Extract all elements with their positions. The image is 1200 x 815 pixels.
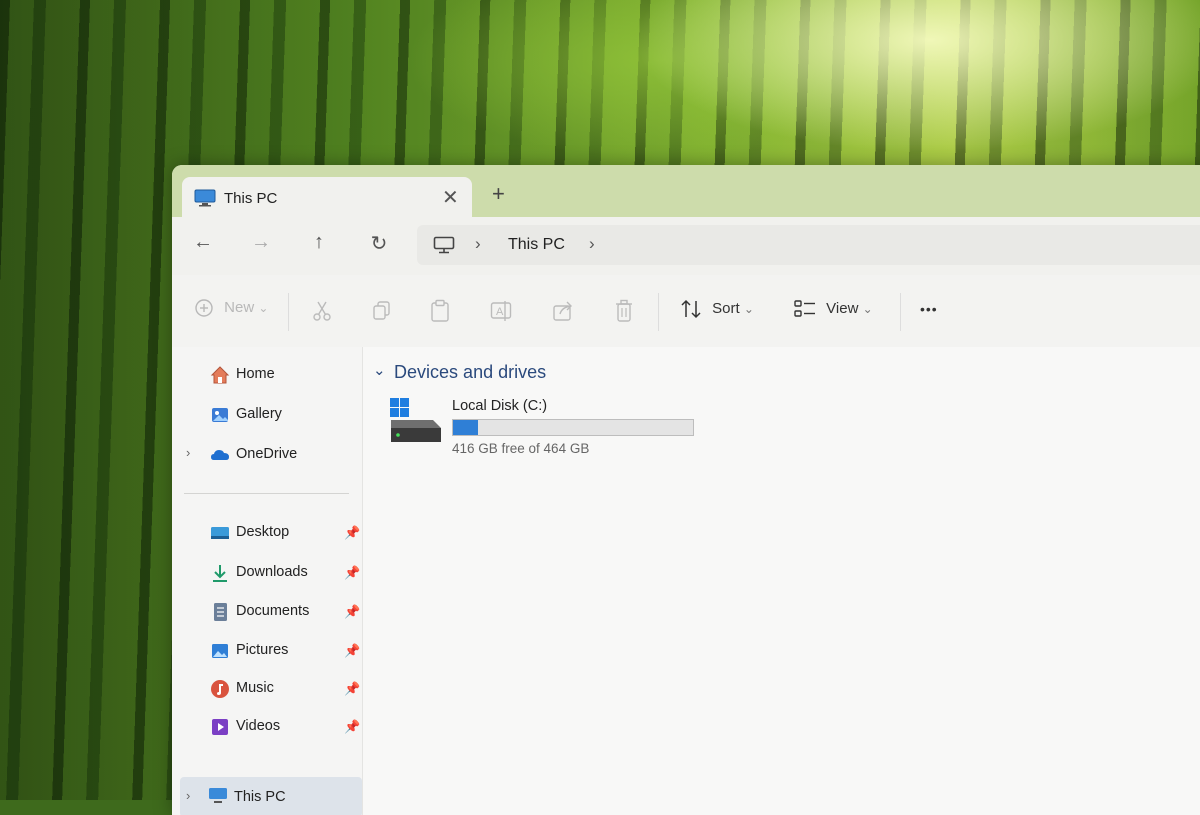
cloud-icon [211,450,229,460]
home-icon [210,366,230,384]
pin-icon[interactable]: 📌 [344,604,360,620]
pin-icon[interactable]: 📌 [344,719,360,735]
rename-icon[interactable]: A [490,300,512,322]
sidebar-divider [184,493,349,494]
drive-usage-bar [452,419,694,436]
new-plus-icon [195,299,213,317]
chevron-down-icon: ⌄ [862,301,873,316]
navigation-pane: Home Gallery › OneDrive Desktop 📌 Downlo… [172,347,363,815]
command-bar: New ⌄ A Sort ⌄ View ⌄ ••• [172,275,1200,348]
gallery-icon [212,408,228,422]
sidebar-item-label: OneDrive [236,446,298,462]
back-button[interactable]: ← [188,231,218,254]
file-explorer-window: This PC ✕ + ← → ↑ ↻ › This PC › New ⌄ A … [172,165,1200,815]
sidebar-item-this-pc[interactable]: › This PC [180,777,362,815]
navigation-bar: ← → ↑ ↻ › This PC › [172,217,1200,275]
sidebar-item-label: Downloads [236,564,308,580]
sidebar-item-label: Gallery [236,406,282,422]
expand-chevron-icon[interactable]: › [186,788,190,803]
breadcrumb-this-pc[interactable]: This PC [508,236,565,254]
music-icon [211,680,229,698]
sort-icon [681,299,701,319]
divider [288,293,289,331]
new-tab-button[interactable]: + [492,181,505,207]
refresh-button[interactable]: ↻ [364,231,394,256]
close-tab-icon[interactable]: ✕ [442,185,459,210]
tab-this-pc[interactable]: This PC ✕ [182,177,472,219]
sidebar-item-label: Home [236,366,275,382]
forward-button[interactable]: → [246,231,276,254]
svg-text:A: A [496,306,504,318]
divider [658,293,659,331]
paste-icon[interactable] [430,299,450,323]
up-button[interactable]: ↑ [304,231,334,254]
pin-icon[interactable]: 📌 [344,681,360,697]
divider [900,293,901,331]
sidebar-item-label: This PC [234,789,286,805]
download-icon [213,565,227,582]
drive-usage-fill [453,420,478,435]
pin-icon[interactable]: 📌 [344,643,360,659]
breadcrumb-separator-icon[interactable]: › [475,234,481,254]
drive-item-c[interactable]: Local Disk (C:) 416 GB free of 464 GB [389,392,709,462]
tab-title: This PC [224,190,278,207]
this-pc-icon [209,788,227,803]
chevron-down-icon: ⌄ [373,362,386,379]
sidebar-item-label: Videos [236,718,281,734]
pin-icon[interactable]: 📌 [344,525,360,541]
copy-icon[interactable] [372,300,392,322]
devices-group-header[interactable]: ⌄ Devices and drives [373,362,546,383]
new-button[interactable]: New ⌄ [194,298,268,318]
content-pane: ⌄ Devices and drives Local Disk (C:) 416… [363,347,1200,815]
tab-strip: This PC ✕ + [172,165,1200,219]
chevron-down-icon: ⌄ [258,300,269,315]
cut-icon[interactable] [312,300,332,322]
view-icon [794,300,815,317]
monitor-icon [194,189,216,207]
share-icon[interactable] [552,300,574,322]
drive-free-space: 416 GB free of 464 GB [452,441,590,456]
breadcrumb-expand-icon[interactable]: › [589,234,595,254]
expand-chevron-icon[interactable]: › [186,445,190,460]
documents-icon [214,603,227,621]
desktop-icon [211,527,229,539]
sort-label: Sort [712,299,740,317]
videos-icon [212,719,228,735]
sidebar-item-label: Pictures [236,642,289,658]
address-bar[interactable]: › This PC › [417,225,1200,265]
drive-name: Local Disk (C:) [452,398,548,414]
pin-icon[interactable]: 📌 [344,565,360,581]
new-label: New [224,298,255,316]
sidebar-item-label: Documents [236,603,310,619]
view-label: View [826,299,859,317]
sidebar-item-label: Desktop [236,524,290,540]
sidebar-item-label: Music [236,680,274,696]
group-title: Devices and drives [394,362,547,382]
sort-button[interactable]: Sort ⌄ [680,299,754,319]
pictures-icon [212,644,228,658]
hard-drive-icon [390,398,441,442]
chevron-down-icon: ⌄ [743,301,754,316]
delete-icon[interactable] [614,299,634,323]
more-options-icon[interactable]: ••• [920,301,938,317]
view-button[interactable]: View ⌄ [794,299,873,319]
this-pc-icon [433,236,455,254]
